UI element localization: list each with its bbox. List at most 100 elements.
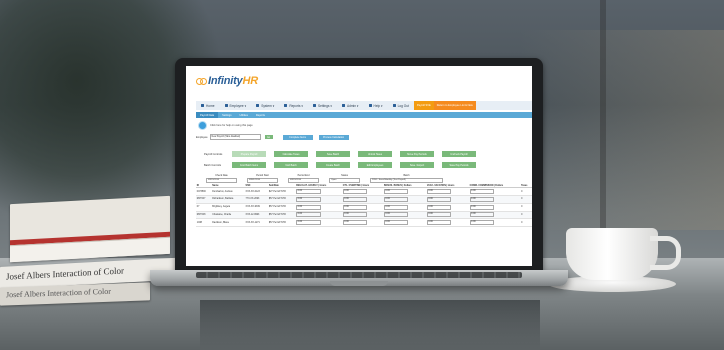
logo-text: InfinityHR (208, 75, 258, 87)
payroll-controls: Prepare Payroll Calculate Taxes Save Bat… (232, 151, 476, 157)
process-calculation-button[interactable]: Process Calculation (318, 134, 349, 140)
table-row[interactable]: RNT008 Chastaine, Charlie XXX-12-9993 $57 P… (196, 211, 532, 220)
nav-home[interactable]: Home (196, 104, 220, 108)
go-button[interactable]: Go (264, 135, 273, 139)
amount-input[interactable]: 0.00 (383, 204, 409, 210)
nav-logout[interactable]: Log Out (388, 104, 414, 108)
check-date-field[interactable]: 09/15/2016 (206, 177, 237, 183)
table-cell: 0.00 (295, 187, 342, 196)
status-select[interactable]: Open (329, 177, 360, 183)
edit-employees-button[interactable]: Edit Employees (358, 162, 392, 168)
gear-icon (312, 104, 316, 107)
nav-system[interactable]: System ▾ (251, 104, 279, 108)
table-row[interactable]: 0073590 Dumbarton, Andrew XXX-XX-0123 $27 P… (196, 187, 532, 196)
amount-input[interactable]: 0.00 (383, 212, 409, 218)
payroll-pill[interactable]: Payroll SVE (413, 101, 434, 110)
infinity-logo-icon (196, 77, 207, 85)
amount-input[interactable]: 0.00 (426, 196, 452, 202)
nav-employee[interactable]: Employee ▾ (220, 104, 252, 108)
cup-handle (650, 236, 681, 270)
table-cell: 0.00 (295, 195, 342, 204)
amount-input[interactable]: 0.00 (296, 204, 321, 210)
amount-input[interactable]: 0.00 (342, 212, 368, 218)
amount-input[interactable]: 0.00 (296, 220, 321, 226)
table-cell: 0.00 (295, 203, 342, 212)
table-cell: 0.00 (468, 195, 521, 204)
payroll-table: ID Name SSN Sub/Rate REGULAT- HOURLY | H… (196, 184, 532, 228)
photo-background: Josef Albers Interaction of Color Josef … (0, 0, 724, 350)
table-cell: 0073590 (196, 187, 212, 196)
create-batch-button[interactable]: Create Batch (316, 162, 350, 168)
laptop-notch (330, 281, 388, 286)
table-row[interactable]: 1038 Davidson, Blane XXX-XX-1271 $57 Per EF… (196, 218, 532, 228)
infinityhr-app: InfinityHR Home Employee ▾ System ▾ Repo… (186, 66, 532, 266)
amount-input[interactable]: 0.00 (342, 196, 368, 202)
help-circle-icon[interactable] (198, 121, 207, 130)
table-row[interactable]: 07 Brightkey, Angela XXX-XX-9339 $57 Per EF… (196, 203, 532, 212)
amount-input[interactable]: 0.00 (342, 204, 368, 210)
amount-input[interactable]: 0.00 (426, 189, 452, 195)
save-pay-periods-button[interactable]: Save Pay Periods (442, 162, 476, 168)
complete-items-button[interactable]: Complete Items (282, 134, 313, 140)
period-end-field[interactable]: 09/15/2016 (288, 177, 319, 183)
void-batch-button[interactable]: Void Batch (274, 162, 308, 168)
amount-input[interactable]: 0.00 (469, 196, 495, 202)
move-pay-periods-button[interactable]: Move Pay Periods (400, 151, 434, 157)
nav-admin[interactable]: Admin ▾ (337, 104, 364, 108)
nav-help[interactable]: Help ▾ (364, 104, 388, 108)
calculate-taxes-button[interactable]: Calculate Taxes (274, 151, 308, 157)
amount-input[interactable]: 0.00 (469, 204, 495, 210)
home-icon (201, 104, 204, 107)
table-cell: 77X-XX-2093 (244, 195, 269, 204)
laptop-keyboard (196, 272, 522, 278)
prepare-payroll-button[interactable]: Prepare Payroll (232, 151, 266, 157)
table-cell: 0 (520, 187, 532, 196)
nav-reports[interactable]: Reports ▾ (279, 104, 308, 108)
tab-reports[interactable]: Reports (252, 114, 269, 117)
table-cell: 0.00 (426, 195, 469, 204)
amount-input[interactable]: 0.00 (426, 204, 452, 210)
batch-select[interactable]: 2016 - Semi-Monthly (Test Payroll) (370, 177, 443, 183)
amount-input[interactable]: 0.00 (426, 212, 452, 218)
tab-utilities[interactable]: Utilities (236, 114, 252, 117)
sub-tabs: Payroll Data Settings Utilities Reports (196, 112, 532, 118)
help-row[interactable]: Click here for help on using this page (198, 121, 253, 130)
table-cell: Davidson, Blane (211, 218, 245, 228)
table-cell: 0.00 (383, 187, 427, 196)
user-icon (224, 104, 228, 107)
tab-settings[interactable]: Settings (218, 114, 235, 117)
table-cell: 0 (520, 195, 532, 204)
tab-payroll-data[interactable]: Payroll Data (196, 112, 219, 118)
table-cell: $57 Per EFT-HR (268, 211, 296, 220)
amount-input[interactable]: 0.00 (383, 220, 409, 226)
amount-input[interactable]: 0.00 (296, 212, 321, 218)
amount-input[interactable]: 0.00 (469, 220, 495, 226)
amount-input[interactable]: 0.00 (383, 196, 409, 202)
cost-batch-items-button[interactable]: Cost Batch Items (232, 162, 266, 168)
period-start-field[interactable]: 09/01/2016 (247, 177, 278, 183)
table-reflection (200, 300, 540, 350)
table-cell: 0.00 (426, 203, 469, 212)
uncheck-payroll-button[interactable]: Uncheck Payroll (442, 151, 476, 157)
amount-input[interactable]: 0.00 (469, 212, 495, 218)
employee-select[interactable]: New Payroll (Tabs disabled) (209, 134, 261, 140)
table-cell: 0.00 (295, 218, 342, 228)
amount-input[interactable]: 0.00 (296, 189, 321, 195)
amount-input[interactable]: 0.00 (469, 189, 495, 195)
amount-input[interactable]: 0.00 (342, 220, 368, 226)
table-row[interactable]: RNT007 Richardson, Barbara 77X-XX-2093 $57 … (196, 195, 532, 204)
coffee-cup (566, 228, 658, 280)
save-export-button[interactable]: Save / Export (400, 162, 434, 168)
amount-input[interactable]: 0.00 (426, 220, 452, 226)
amount-input[interactable]: 0.00 (383, 189, 409, 195)
amount-input[interactable]: 0.00 (342, 189, 368, 195)
save-batch-button[interactable]: Save Batch (316, 151, 350, 157)
table-cell: $57 Per EFT-HR (268, 218, 296, 228)
amount-input[interactable]: 0.00 (296, 196, 321, 202)
nav-settings[interactable]: Settings ▾ (308, 104, 337, 108)
infinityhr-logo[interactable]: InfinityHR (196, 75, 258, 87)
return-pill[interactable]: Return to Employee List & New (433, 101, 476, 110)
table-cell: 0.00 (383, 203, 427, 212)
unlock-taxes-button[interactable]: Unlock Taxes (358, 151, 392, 157)
filter-period-end: Period End 09/15/2016 (288, 174, 319, 183)
